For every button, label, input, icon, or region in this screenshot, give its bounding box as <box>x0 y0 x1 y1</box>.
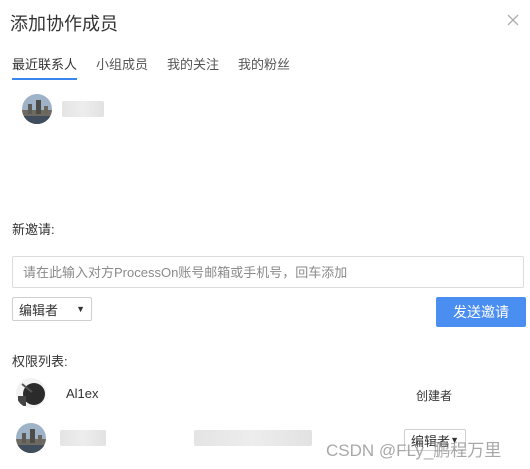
member-role: 创建者 <box>416 389 453 403</box>
send-invite-button[interactable]: 发送邀请 <box>436 297 526 327</box>
dialog-title: 添加协作成员 <box>10 14 118 34</box>
tab-followers[interactable]: 我的粉丝 <box>238 54 290 80</box>
new-invite-label: 新邀请: <box>12 222 55 237</box>
permission-row: Al1ex <box>16 378 99 408</box>
tab-group-members[interactable]: 小组成员 <box>96 54 148 80</box>
avatar <box>16 378 46 408</box>
avatar <box>16 423 46 453</box>
tab-following[interactable]: 我的关注 <box>167 54 219 80</box>
invite-input[interactable] <box>12 256 524 288</box>
contact-name-redacted <box>62 101 104 117</box>
invite-role-value: 编辑者 <box>19 302 59 318</box>
member-name-redacted <box>60 430 106 446</box>
watermark: CSDN @FLy_鹏程万里 <box>326 441 502 460</box>
tab-bar: 最近联系人 小组成员 我的关注 我的粉丝 <box>12 54 309 80</box>
permission-row <box>16 423 106 453</box>
chevron-down-icon: ▼ <box>76 304 85 314</box>
add-collaborator-dialog: 添加协作成员 最近联系人 小组成员 我的关注 我的粉丝 新邀请: 编辑者 ▼ 发… <box>0 0 530 469</box>
permissions-label: 权限列表: <box>12 354 68 369</box>
recent-contact-item[interactable] <box>22 94 104 124</box>
member-email-redacted <box>194 430 312 446</box>
member-name: Al1ex <box>66 385 99 401</box>
tab-recent-contacts[interactable]: 最近联系人 <box>12 54 78 80</box>
invite-role-select[interactable]: 编辑者 ▼ <box>12 297 92 321</box>
avatar <box>22 94 52 124</box>
close-icon[interactable] <box>506 13 520 27</box>
